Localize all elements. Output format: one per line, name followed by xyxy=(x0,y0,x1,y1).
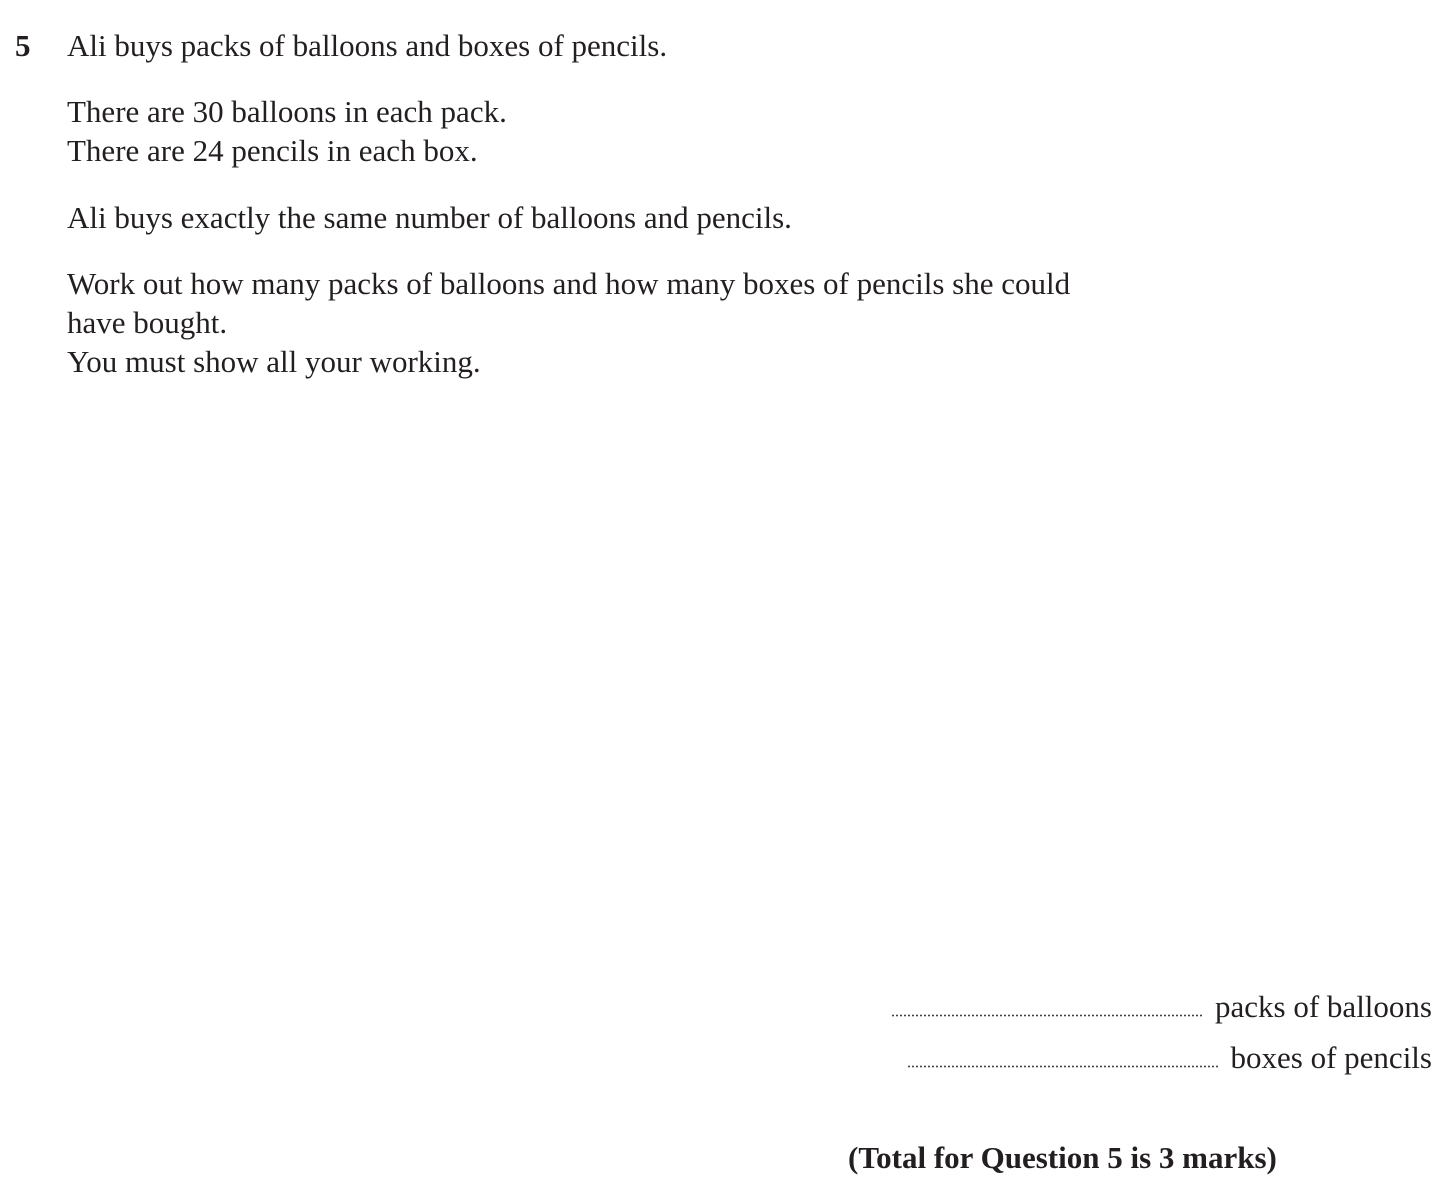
question-line: There are 24 pencils in each box. xyxy=(67,133,478,168)
question-line: Work out how many packs of balloons and … xyxy=(67,266,1071,301)
answer-row-pencils: boxes of pencils xyxy=(906,1040,1432,1076)
answer-label-pencils: boxes of pencils xyxy=(1230,1040,1432,1075)
question-number: 5 xyxy=(15,28,31,63)
question-line: There are 30 balloons in each pack. xyxy=(67,94,507,129)
answer-line-pencils[interactable] xyxy=(906,1048,1220,1068)
answer-row-balloons: packs of balloons xyxy=(891,989,1432,1025)
working-space[interactable] xyxy=(67,395,1167,955)
answer-line-balloons[interactable] xyxy=(891,997,1205,1017)
question-line: have bought. xyxy=(67,305,228,340)
instruction-line: You must show all your working. xyxy=(67,344,481,379)
question-total-marks: (Total for Question 5 is 3 marks) xyxy=(848,1140,1277,1175)
question-line: Ali buys exactly the same number of ball… xyxy=(67,200,792,235)
question-line: Ali buys packs of balloons and boxes of … xyxy=(67,28,668,63)
answer-label-balloons: packs of balloons xyxy=(1215,989,1432,1024)
